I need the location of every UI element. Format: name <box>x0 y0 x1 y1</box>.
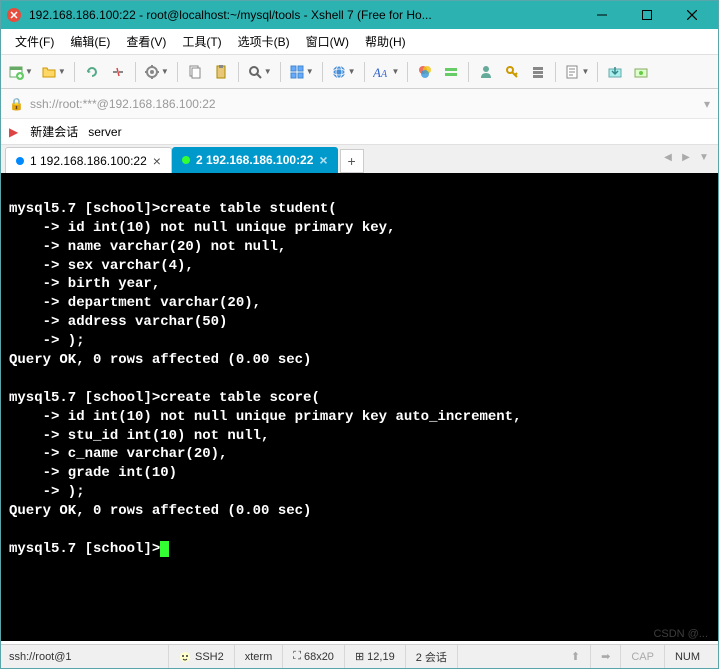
open-button[interactable]: ▼ <box>38 59 69 85</box>
terminal-line: mysql5.7 [school]>create table student( <box>9 200 710 219</box>
terminal-line: -> id int(10) not null unique primary ke… <box>9 219 710 238</box>
terminal-output: mysql5.7 [school]>create table student( … <box>9 181 710 540</box>
terminal[interactable]: mysql5.7 [school]>create table student( … <box>1 173 718 641</box>
menu-help[interactable]: 帮助(H) <box>357 30 414 53</box>
status-dot-icon <box>16 157 24 165</box>
terminal-line: -> grade int(10) <box>9 464 710 483</box>
tab-label: 1 192.168.186.100:22 <box>30 154 147 168</box>
status-dot-icon <box>182 156 190 164</box>
address-text: ssh://root:***@192.168.186.100:22 <box>30 97 216 111</box>
menu-edit[interactable]: 编辑(E) <box>62 30 118 53</box>
terminal-prompt-line: mysql5.7 [school]> <box>9 540 710 559</box>
terminal-line: -> ); <box>9 483 710 502</box>
status-size: ⛶68x20 <box>283 645 345 668</box>
svg-text:A: A <box>373 65 381 80</box>
status-next[interactable]: ➡ <box>591 645 621 668</box>
lock-icon: 🔒 <box>9 97 24 111</box>
terminal-line: -> department varchar(20), <box>9 294 710 313</box>
highlight-button[interactable] <box>439 59 463 85</box>
terminal-line: -> address varchar(50) <box>9 313 710 332</box>
font-button[interactable]: AA▼ <box>370 59 403 85</box>
addressbar[interactable]: 🔒 ssh://root:***@192.168.186.100:22 ▾ <box>1 89 718 119</box>
terminal-line: -> birth year, <box>9 275 710 294</box>
script-button[interactable]: ▼ <box>561 59 592 85</box>
status-caps: CAP <box>621 645 665 668</box>
tab-label: 2 192.168.186.100:22 <box>196 153 313 167</box>
xftp-button[interactable] <box>629 59 653 85</box>
terminal-line: -> stu_id int(10) not null, <box>9 427 710 446</box>
disconnect-button[interactable] <box>106 59 130 85</box>
toolbar: ▼ ▼ ▼ ▼ ▼ ▼ AA▼ ▼ <box>1 55 718 89</box>
menu-view[interactable]: 查看(V) <box>118 30 174 53</box>
tab-2[interactable]: 2 192.168.186.100:22 × <box>172 147 338 173</box>
new-session-button[interactable]: ▼ <box>5 59 36 85</box>
tab-1[interactable]: 1 192.168.186.100:22 × <box>5 147 172 173</box>
addressbar-dropdown-icon[interactable]: ▾ <box>704 97 710 111</box>
svg-text:A: A <box>380 69 388 80</box>
server-link[interactable]: server <box>88 125 121 139</box>
flag-icon: ▶ <box>9 125 18 139</box>
key-button[interactable] <box>500 59 524 85</box>
menu-window[interactable]: 窗口(W) <box>298 30 357 53</box>
app-icon <box>5 6 23 24</box>
terminal-line: -> c_name varchar(20), <box>9 445 710 464</box>
transfer-button[interactable] <box>603 59 627 85</box>
menubar: 文件(F) 编辑(E) 查看(V) 工具(T) 选项卡(B) 窗口(W) 帮助(… <box>1 29 718 55</box>
terminal-line <box>9 370 710 389</box>
server-button[interactable] <box>526 59 550 85</box>
statusbar: ssh://root@1 SSH2 xterm ⛶68x20 ⊞12,19 2 … <box>1 644 718 668</box>
user-button[interactable] <box>474 59 498 85</box>
terminal-line: -> id int(10) not null unique primary ke… <box>9 408 710 427</box>
layout-button[interactable]: ▼ <box>286 59 317 85</box>
terminal-line <box>9 181 710 200</box>
reconnect-button[interactable] <box>80 59 104 85</box>
tab-next-button[interactable]: ▶ <box>678 149 694 165</box>
properties-button[interactable]: ▼ <box>141 59 172 85</box>
maximize-button[interactable] <box>624 1 669 29</box>
tab-list-button[interactable]: ▼ <box>696 149 712 165</box>
paste-button[interactable] <box>209 59 233 85</box>
status-cursor: ⊞12,19 <box>345 645 406 668</box>
copy-button[interactable] <box>183 59 207 85</box>
window-title: 192.168.186.100:22 - root@localhost:~/my… <box>29 8 579 22</box>
terminal-line: Query OK, 0 rows affected (0.00 sec) <box>9 502 710 521</box>
status-protocol: SSH2 <box>169 645 235 668</box>
terminal-prompt: mysql5.7 [school]> <box>9 541 160 557</box>
status-prev[interactable]: ⬆ <box>561 645 591 668</box>
tabbar: 1 192.168.186.100:22 × 2 192.168.186.100… <box>1 145 718 173</box>
terminal-line: -> ); <box>9 332 710 351</box>
status-path: ssh://root@1 <box>9 645 169 668</box>
find-button[interactable]: ▼ <box>244 59 275 85</box>
terminal-line <box>9 521 710 540</box>
sessionbar: ▶ 新建会话 server <box>1 119 718 145</box>
minimize-button[interactable] <box>579 1 624 29</box>
status-termtype: xterm <box>235 645 284 668</box>
cursor-icon <box>160 541 169 557</box>
add-tab-button[interactable]: + <box>340 149 364 173</box>
globe-button[interactable]: ▼ <box>328 59 359 85</box>
menu-tabs[interactable]: 选项卡(B) <box>230 30 298 53</box>
close-button[interactable] <box>669 1 714 29</box>
menu-file[interactable]: 文件(F) <box>7 30 62 53</box>
status-num: NUM <box>665 645 710 668</box>
color-button[interactable] <box>413 59 437 85</box>
menu-tools[interactable]: 工具(T) <box>174 30 229 53</box>
new-session-link[interactable]: 新建会话 <box>30 123 78 140</box>
terminal-line: mysql5.7 [school]>create table score( <box>9 389 710 408</box>
terminal-line: Query OK, 0 rows affected (0.00 sec) <box>9 351 710 370</box>
titlebar: 192.168.186.100:22 - root@localhost:~/my… <box>1 1 718 29</box>
status-sessions: 2 会话 <box>406 645 458 668</box>
terminal-line: -> name varchar(20) not null, <box>9 238 710 257</box>
terminal-line: -> sex varchar(4), <box>9 257 710 276</box>
tab-close-icon[interactable]: × <box>153 153 161 169</box>
tab-prev-button[interactable]: ◀ <box>660 149 676 165</box>
tab-close-icon[interactable]: × <box>319 152 327 168</box>
